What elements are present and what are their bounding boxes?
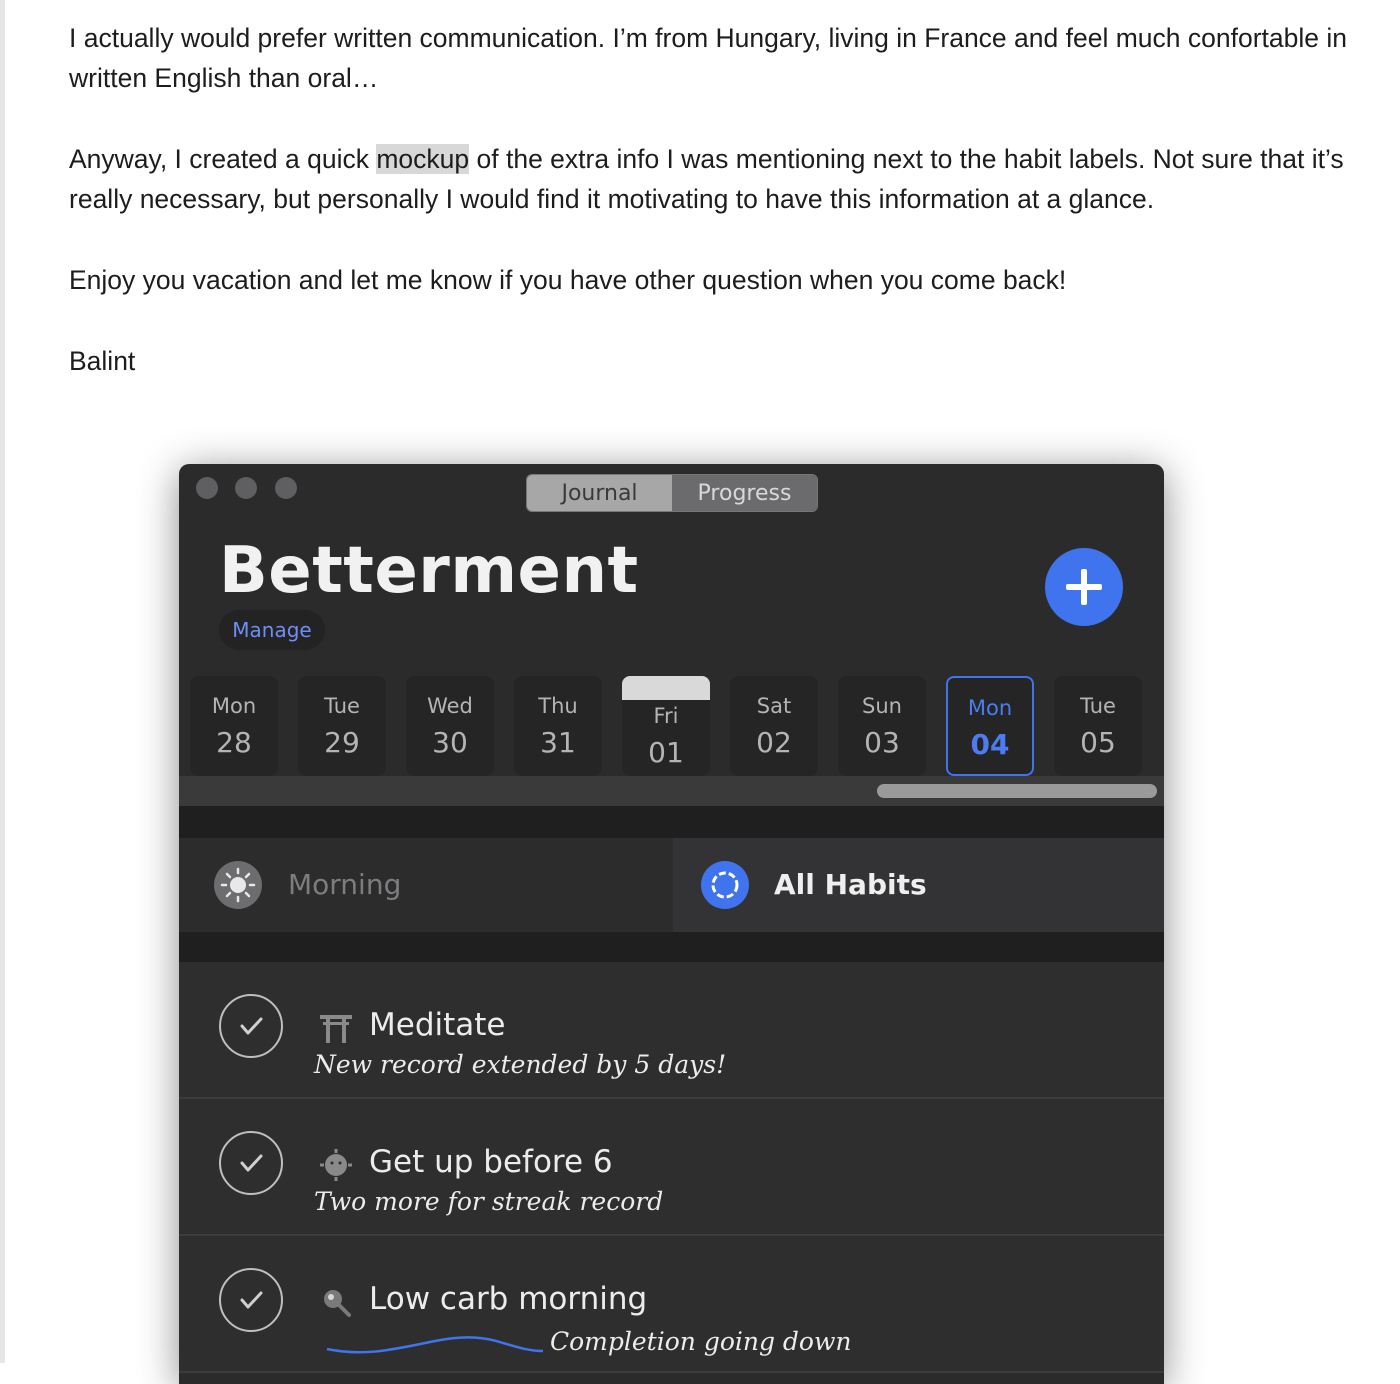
plus-icon: [1066, 569, 1102, 605]
tab-journal[interactable]: Journal: [527, 475, 672, 511]
email-paragraph-2: Anyway, I created a quick mockup of the …: [69, 139, 1369, 219]
day-item[interactable]: Mon 28: [190, 676, 278, 776]
app-title: Betterment: [219, 534, 639, 608]
habit-check-button[interactable]: [219, 1268, 283, 1332]
habit-insight: Two more for streak record: [314, 1187, 664, 1216]
habit-name: Meditate: [369, 1007, 506, 1043]
day-item[interactable]: Tue 29: [298, 676, 386, 776]
manage-button[interactable]: Manage: [219, 610, 325, 650]
magnifier-icon: [317, 1284, 355, 1320]
divider: [179, 932, 1164, 962]
minimize-window-button[interactable]: [235, 477, 257, 499]
day-date: 05: [1080, 726, 1116, 759]
habit-list: Meditate New record extended by 5 days!: [179, 962, 1164, 1373]
filter-all-habits[interactable]: All Habits: [673, 838, 1164, 932]
close-window-button[interactable]: [196, 477, 218, 499]
checkmark-icon: [240, 1291, 263, 1309]
day-name: Mon: [967, 696, 1013, 720]
email-paragraph-1: I actually would prefer written communic…: [69, 23, 1347, 93]
add-habit-button[interactable]: [1045, 548, 1123, 626]
day-date: 29: [324, 726, 360, 759]
day-date: 02: [756, 726, 792, 759]
day-name: Sat: [756, 694, 792, 718]
day-name: Tue: [1080, 694, 1116, 718]
day-name: Fri: [653, 704, 679, 728]
email-body: I actually would prefer written communic…: [69, 18, 1369, 422]
checkmark-icon: [240, 1154, 263, 1172]
tab-progress[interactable]: Progress: [672, 475, 817, 511]
day-name: Wed: [427, 694, 473, 718]
day-scrollbar-thumb[interactable]: [877, 784, 1157, 798]
day-item[interactable]: Wed 30: [406, 676, 494, 776]
all-habits-ring-icon: [701, 861, 749, 909]
day-name: Mon: [211, 694, 257, 718]
day-picker: Mon 28 Tue 29 Wed 30 Thu 31 Fri 01 Sat 0…: [190, 676, 1164, 776]
sun-icon: [214, 861, 262, 909]
day-date: 30: [432, 726, 468, 759]
day-date: 01: [648, 736, 684, 769]
left-border: [0, 0, 5, 1363]
highlighted-word: mockup: [376, 144, 470, 174]
day-name: Thu: [538, 694, 578, 718]
calendar-month-cap: [622, 676, 710, 700]
habit-insight: Completion going down: [550, 1327, 852, 1356]
day-date: 31: [540, 726, 576, 759]
checkmark-icon: [240, 1017, 263, 1035]
habit-filters: Morning All Habits: [179, 838, 1164, 932]
sun-emoji-icon: [317, 1147, 355, 1183]
title-bar: Journal Progress: [179, 464, 1164, 514]
habit-row[interactable]: Low carb morning Completion going down: [179, 1236, 1164, 1373]
mockup-window: Journal Progress Betterment Manage Mon 2…: [179, 464, 1164, 1384]
day-item-selected[interactable]: Mon 04: [946, 676, 1034, 776]
day-item[interactable]: Sat 02: [730, 676, 818, 776]
day-date: 04: [970, 728, 1010, 761]
filter-all-habits-label: All Habits: [774, 868, 927, 901]
habit-row[interactable]: Get up before 6 Two more for streak reco…: [179, 1099, 1164, 1236]
day-item[interactable]: Sun 03: [838, 676, 926, 776]
day-item-today[interactable]: Fri 01: [622, 676, 710, 776]
paragraph-text: Anyway, I created a quick: [69, 144, 377, 174]
day-name: Tue: [324, 694, 360, 718]
day-scroll-track[interactable]: [179, 776, 1164, 806]
zoom-window-button[interactable]: [275, 477, 297, 499]
habit-check-button[interactable]: [219, 1131, 283, 1195]
habit-name: Low carb morning: [369, 1281, 648, 1317]
view-segmented-control: Journal Progress: [526, 474, 818, 512]
divider: [179, 806, 1164, 838]
day-item[interactable]: Thu 31: [514, 676, 602, 776]
day-item[interactable]: Tue 05: [1054, 676, 1142, 776]
completion-trend-sparkline: [326, 1336, 544, 1354]
day-name: Sun: [862, 694, 902, 718]
day-date: 28: [216, 726, 252, 759]
day-date: 03: [864, 726, 900, 759]
torii-gate-icon: [317, 1010, 355, 1046]
habit-insight: New record extended by 5 days!: [314, 1050, 727, 1079]
habit-check-button[interactable]: [219, 994, 283, 1058]
habit-row[interactable]: Meditate New record extended by 5 days!: [179, 962, 1164, 1099]
filter-morning[interactable]: Morning: [179, 838, 673, 932]
filter-morning-label: Morning: [288, 868, 402, 901]
email-signature: Balint: [69, 346, 136, 376]
habit-name: Get up before 6: [369, 1144, 613, 1180]
email-paragraph-3: Enjoy you vacation and let me know if yo…: [69, 265, 1067, 295]
